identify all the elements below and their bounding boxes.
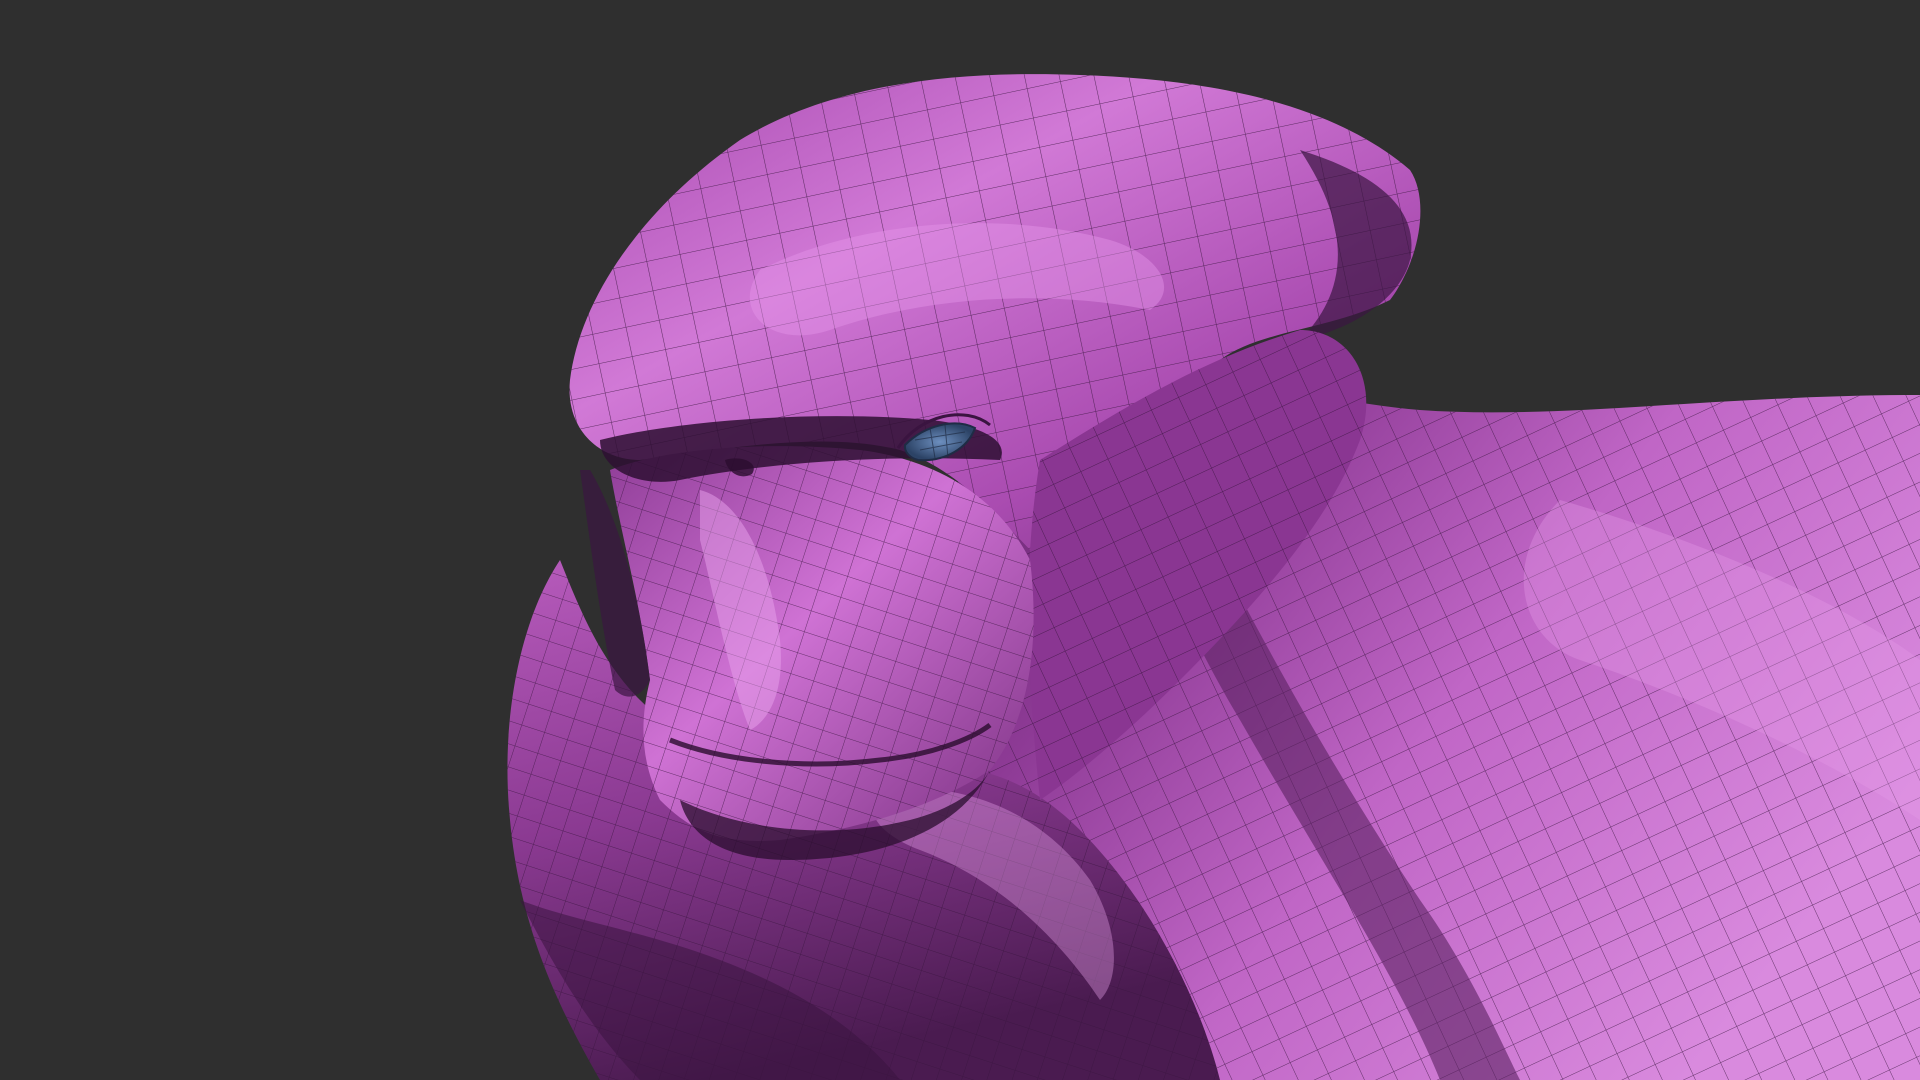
3d-viewport[interactable]	[0, 0, 1920, 1080]
sculpt-model[interactable]	[0, 0, 1920, 1080]
